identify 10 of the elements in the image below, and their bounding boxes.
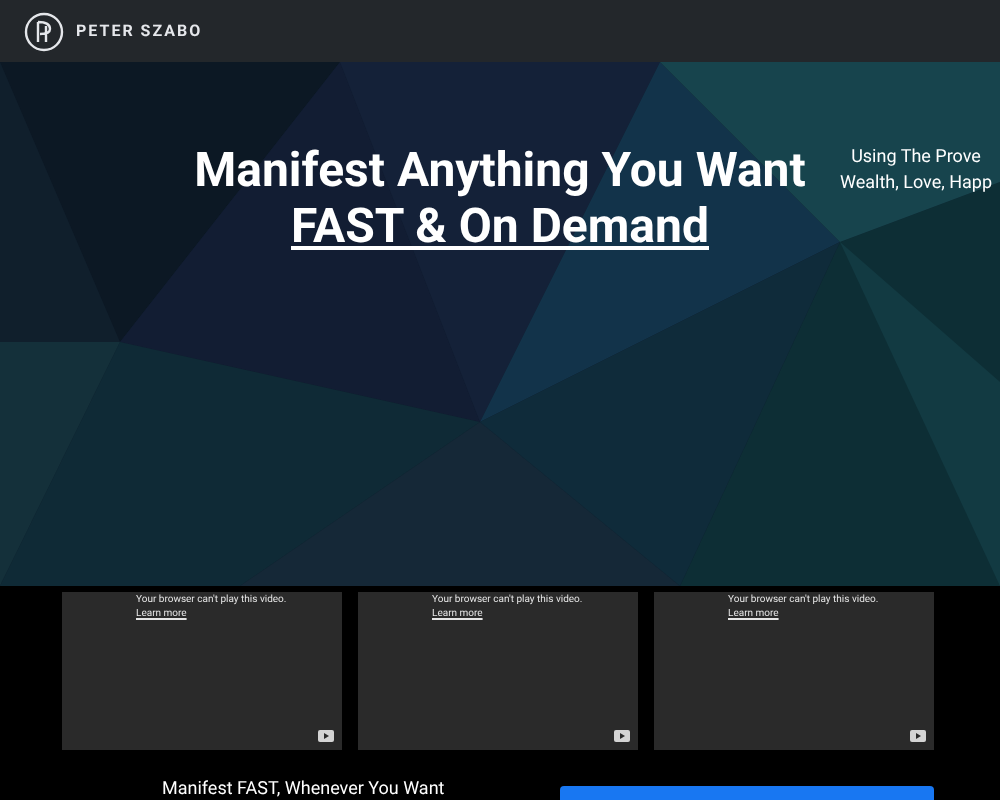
play-icon[interactable] xyxy=(910,730,926,742)
logo-text[interactable]: PETER SZABO xyxy=(76,19,203,43)
side-text: Wealth, Love, Happ xyxy=(840,172,993,198)
side-text: Using The Prove xyxy=(851,146,981,172)
logo-icon[interactable] xyxy=(24,11,64,51)
hero-subtitle-link[interactable]: FAST & On Demand xyxy=(291,198,709,254)
play-icon[interactable] xyxy=(318,730,334,742)
play-icon[interactable] xyxy=(614,730,630,742)
hero-title: Manifest Anything You Want xyxy=(194,142,806,198)
section-heading: Manifest FAST, Whenever You Want xyxy=(162,780,445,800)
